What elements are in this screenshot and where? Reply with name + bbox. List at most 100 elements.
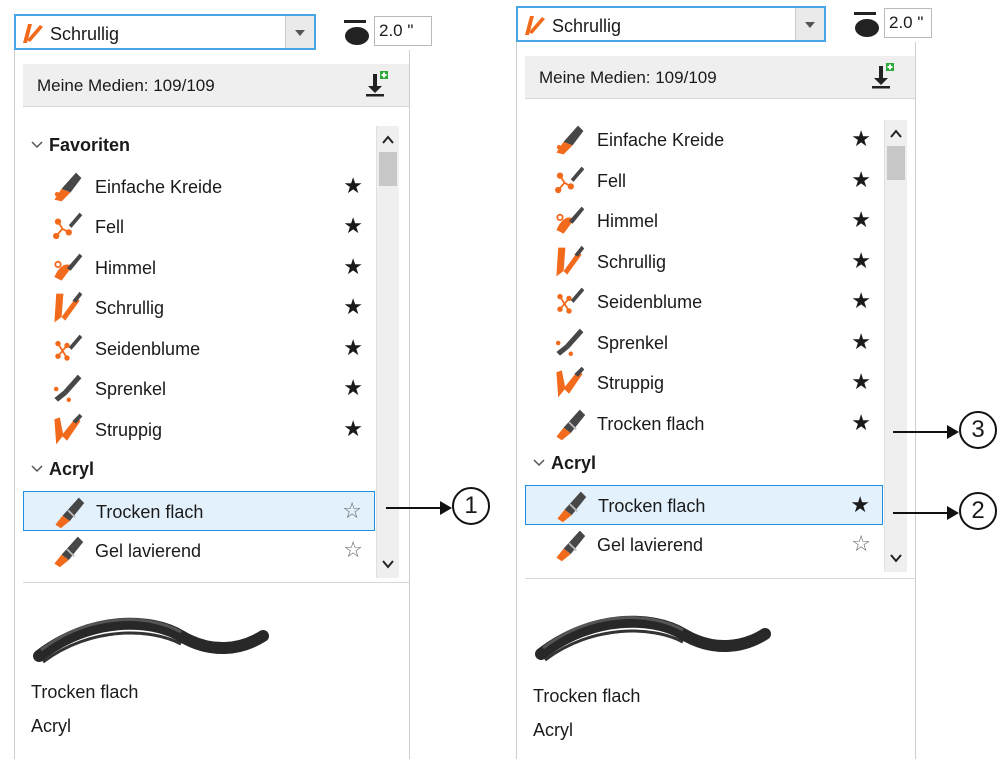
flat-brush-icon xyxy=(54,536,84,568)
shaggy-icon xyxy=(54,413,83,444)
star-filled-icon[interactable]: ★ xyxy=(851,288,871,314)
list-item[interactable]: Seidenblume ★ xyxy=(23,329,375,369)
star-filled-icon[interactable]: ★ xyxy=(343,173,363,199)
scroll-thumb[interactable] xyxy=(887,146,905,180)
import-media-icon[interactable] xyxy=(869,62,895,90)
media-dropdown: Meine Medien: 109/109 Favoriten Einfache … xyxy=(14,50,410,759)
shaggy-icon xyxy=(556,366,585,398)
brush-label: Himmel xyxy=(597,211,658,231)
media-dropdown: Meine Medien: 109/109 Einfache Kreide ★ Fe… xyxy=(516,42,916,759)
right-panel: Schrullig 2.0 " Meine Medien: 109/109 Ei… xyxy=(516,0,932,759)
chalk-icon xyxy=(54,172,82,201)
list-item[interactable]: Seidenblume ★ xyxy=(525,282,883,322)
list-item[interactable]: Sprenkel ★ xyxy=(23,369,375,409)
brush-label: Trocken flach xyxy=(96,501,204,522)
flat-brush-icon xyxy=(557,491,587,522)
quirky-icon xyxy=(54,291,83,323)
category-label: Favoriten xyxy=(49,135,131,155)
callout-1: 1 xyxy=(386,487,496,529)
silkflower-icon xyxy=(557,287,585,314)
quirky-icon xyxy=(556,245,585,276)
nib-size-input[interactable]: 2.0 " xyxy=(884,8,932,38)
media-list[interactable]: Favoriten Einfache Kreide ★ Fell ★ Himmel ★ Sch… xyxy=(23,126,399,578)
list-item[interactable]: Struppig ★ xyxy=(23,410,375,450)
media-list[interactable]: Einfache Kreide ★ Fell ★ Himmel ★ Schrullig ★ Se… xyxy=(525,120,907,572)
category-header[interactable]: Acryl xyxy=(525,444,883,484)
callout-line xyxy=(893,431,953,433)
star-filled-icon[interactable]: ★ xyxy=(851,410,871,436)
list-item[interactable]: Einfache Kreide ★ xyxy=(525,120,883,160)
star-filled-icon[interactable]: ★ xyxy=(851,329,871,355)
callout-line xyxy=(893,512,953,514)
star-filled-icon[interactable]: ★ xyxy=(851,167,871,193)
star-filled-icon[interactable]: ★ xyxy=(343,375,363,401)
list-item[interactable]: Gel lavierend ☆ xyxy=(23,531,375,571)
preview-brush-name: Trocken flach xyxy=(533,686,641,706)
star-outline-icon[interactable]: ☆ xyxy=(343,537,363,563)
sprinkle-icon xyxy=(555,328,584,356)
preset-label: Schrullig xyxy=(552,16,622,36)
left-panel: Schrullig 2.0 " Meine Medien: 109/109 Fa… xyxy=(14,0,432,759)
list-item[interactable]: Einfache Kreide ★ xyxy=(23,167,375,207)
star-filled-icon[interactable]: ★ xyxy=(343,416,363,442)
list-item[interactable]: Schrullig ★ xyxy=(525,242,883,282)
star-filled-icon[interactable]: ★ xyxy=(343,254,363,280)
list-item[interactable]: Sprenkel ★ xyxy=(525,323,883,363)
star-filled-icon[interactable]: ★ xyxy=(851,248,871,274)
star-filled-icon[interactable]: ★ xyxy=(851,126,871,152)
brush-label: Einfache Kreide xyxy=(597,130,725,150)
star-outline-icon[interactable]: ☆ xyxy=(342,498,362,524)
star-filled-icon[interactable]: ★ xyxy=(850,492,870,518)
preview-brush-category: Acryl xyxy=(31,716,71,736)
brush-label: Gel lavierend xyxy=(95,541,202,561)
fur-icon xyxy=(53,212,83,240)
list-item[interactable]: Struppig ★ xyxy=(525,363,883,403)
list-item[interactable]: Fell ★ xyxy=(23,207,375,247)
star-filled-icon[interactable]: ★ xyxy=(343,213,363,239)
list-item[interactable]: Trocken flach ★ xyxy=(525,404,883,444)
callout-number: 3 xyxy=(959,411,997,449)
import-media-icon[interactable] xyxy=(363,70,389,98)
chevron-down-icon[interactable] xyxy=(533,456,545,468)
category-label: Acryl xyxy=(49,459,95,479)
brush-label: Struppig xyxy=(95,419,163,440)
quirky-brush-icon xyxy=(525,16,545,35)
nib-size-input[interactable]: 2.0 " xyxy=(374,16,432,46)
list-item[interactable]: Trocken flach ☆ xyxy=(23,490,375,531)
category-header[interactable]: Acryl xyxy=(23,450,375,490)
sprinkle-icon xyxy=(53,374,82,403)
chevron-down-icon[interactable] xyxy=(285,16,314,48)
scroll-down-icon[interactable] xyxy=(888,550,904,566)
star-filled-icon[interactable]: ★ xyxy=(851,207,871,233)
star-filled-icon[interactable]: ★ xyxy=(343,335,363,361)
arrow-icon xyxy=(947,506,959,520)
scroll-up-icon[interactable] xyxy=(888,126,904,142)
media-count-label: Meine Medien: 109/109 xyxy=(37,76,215,95)
list-item[interactable]: Himmel ★ xyxy=(23,248,375,288)
list-item[interactable]: Gel lavierend ☆ xyxy=(525,525,883,565)
nib-size-icon xyxy=(854,12,879,37)
chevron-down-icon[interactable] xyxy=(795,8,824,40)
category-label: Acryl xyxy=(551,453,597,473)
star-filled-icon[interactable]: ★ xyxy=(343,294,363,320)
star-outline-icon[interactable]: ☆ xyxy=(851,531,871,557)
flat-brush-icon xyxy=(556,409,586,440)
chevron-down-icon[interactable] xyxy=(31,138,43,150)
preset-label: Schrullig xyxy=(50,24,120,44)
list-item[interactable]: Himmel ★ xyxy=(525,201,883,241)
media-header: Meine Medien: 109/109 xyxy=(525,56,915,99)
list-item[interactable]: Trocken flach ★ xyxy=(525,484,883,525)
scroll-down-icon[interactable] xyxy=(380,556,396,572)
flat-brush-icon xyxy=(55,497,85,528)
chevron-down-icon[interactable] xyxy=(31,462,43,474)
preset-dropdown[interactable]: Schrullig xyxy=(516,6,826,42)
list-item[interactable]: Fell ★ xyxy=(525,161,883,201)
flat-brush-icon xyxy=(556,530,586,562)
brush-label: Seidenblume xyxy=(95,338,201,359)
star-filled-icon[interactable]: ★ xyxy=(851,369,871,395)
category-header[interactable]: Favoriten xyxy=(23,126,375,166)
scroll-thumb[interactable] xyxy=(379,152,397,186)
list-item[interactable]: Schrullig ★ xyxy=(23,288,375,328)
scroll-up-icon[interactable] xyxy=(380,132,396,148)
preset-dropdown[interactable]: Schrullig xyxy=(14,14,316,50)
